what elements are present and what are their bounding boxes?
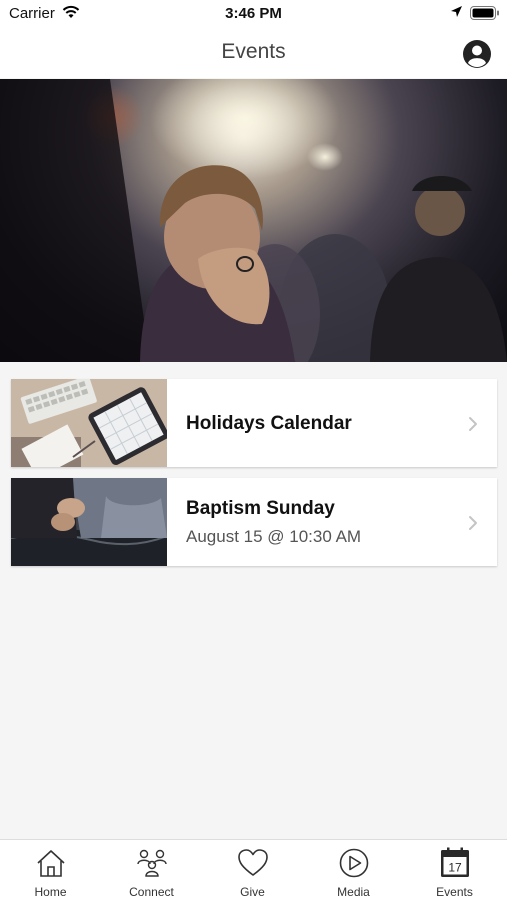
event-thumbnail bbox=[11, 379, 167, 467]
profile-icon[interactable] bbox=[462, 39, 492, 69]
event-title: Holidays Calendar bbox=[186, 413, 352, 434]
play-circle-icon bbox=[339, 848, 369, 878]
people-icon bbox=[137, 849, 167, 877]
status-time: 3:46 PM bbox=[225, 5, 282, 22]
event-thumbnail bbox=[11, 478, 167, 566]
tab-connect[interactable]: Connect bbox=[101, 840, 202, 901]
battery-icon bbox=[470, 6, 499, 20]
location-arrow-icon bbox=[451, 6, 462, 17]
chevron-right-icon bbox=[469, 417, 477, 431]
event-title: Baptism Sunday bbox=[186, 498, 335, 519]
event-date: August 15 @ 10:30 AM bbox=[186, 527, 362, 546]
calendar-day: 17 bbox=[448, 861, 462, 875]
tab-label: Give bbox=[240, 885, 265, 899]
event-card-baptism-sunday[interactable]: Baptism Sunday August 15 @ 10:30 AM bbox=[11, 478, 497, 566]
tab-label: Media bbox=[337, 885, 370, 899]
tab-label: Events bbox=[436, 885, 473, 899]
tab-label: Home bbox=[34, 885, 67, 899]
worship-photo bbox=[0, 79, 507, 362]
page-title: Events bbox=[221, 40, 286, 63]
heart-icon bbox=[238, 849, 268, 876]
status-bar: Carrier 3:46 PM bbox=[0, 0, 507, 28]
hero-image bbox=[0, 79, 507, 362]
navigation-bar: Events bbox=[0, 28, 507, 78]
tab-events[interactable]: 17 Events bbox=[404, 840, 505, 901]
tab-label: Connect bbox=[129, 885, 174, 899]
tab-home[interactable]: Home bbox=[0, 840, 101, 901]
tab-give[interactable]: Give bbox=[202, 840, 303, 901]
event-card-holidays-calendar[interactable]: Holidays Calendar bbox=[11, 379, 497, 467]
calendar-icon: 17 bbox=[441, 847, 469, 877]
home-icon bbox=[37, 850, 65, 877]
tab-media[interactable]: Media bbox=[303, 840, 404, 901]
chevron-right-icon bbox=[469, 516, 477, 530]
tab-bar: Home Connect Give Media 17 Events bbox=[0, 839, 507, 901]
